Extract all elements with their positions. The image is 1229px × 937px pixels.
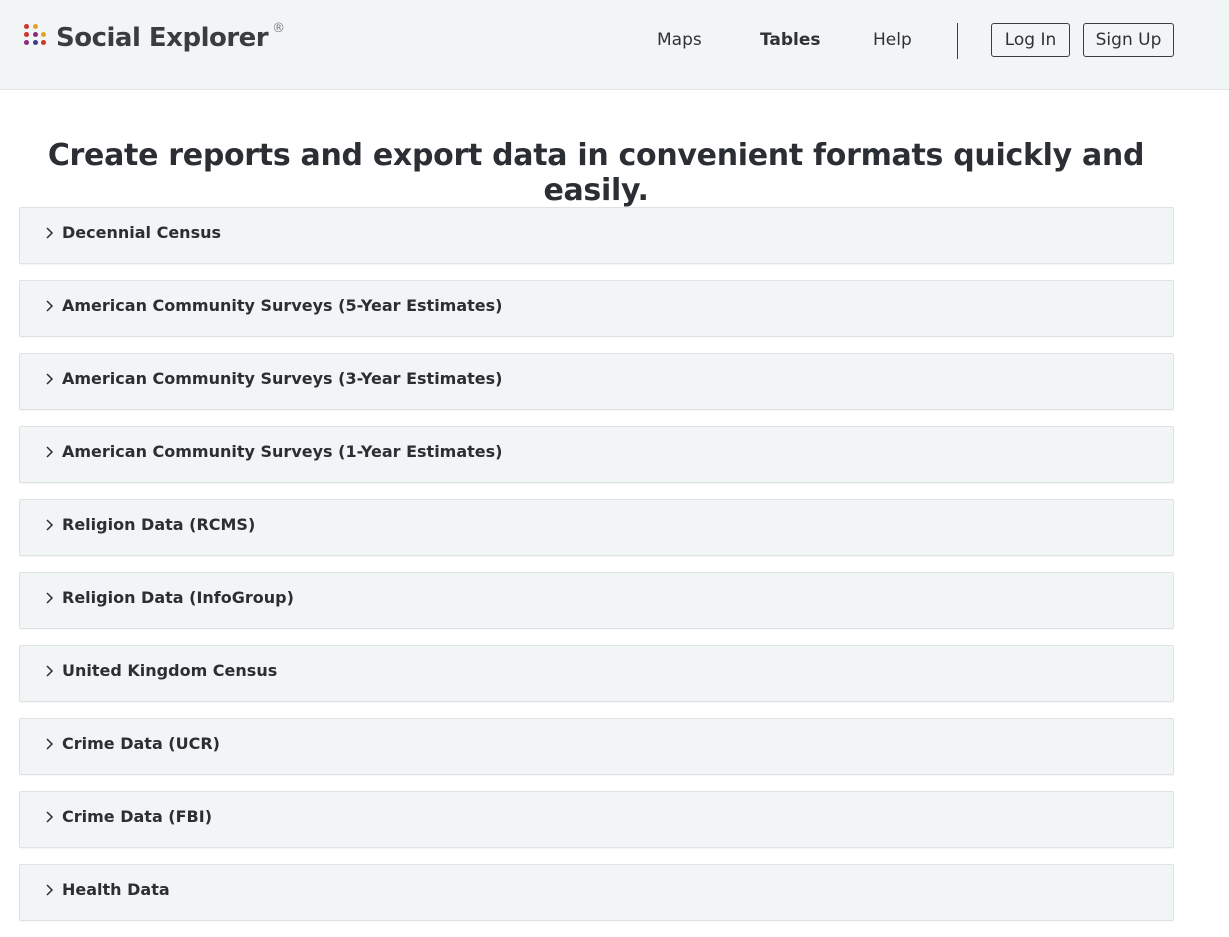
logo[interactable]: Social Explorer ® — [24, 22, 285, 54]
dataset-accordion: Decennial Census American Community Surv… — [19, 207, 1174, 937]
top-header: Social Explorer ® Maps Tables Help Log I… — [0, 0, 1229, 90]
accordion-label: Crime Data (UCR) — [62, 734, 220, 753]
accordion-item-health-data[interactable]: Health Data — [19, 864, 1174, 921]
accordion-item-crime-ucr[interactable]: Crime Data (UCR) — [19, 718, 1174, 775]
logo-dots-icon — [24, 24, 50, 50]
accordion-label: American Community Surveys (3-Year Estim… — [62, 369, 503, 388]
chevron-right-icon — [46, 592, 54, 604]
nav-maps[interactable]: Maps — [657, 30, 702, 50]
accordion-label: Decennial Census — [62, 223, 222, 242]
accordion-item-acs-1-year[interactable]: American Community Surveys (1-Year Estim… — [19, 426, 1174, 483]
chevron-right-icon — [46, 227, 54, 239]
nav-divider — [957, 23, 958, 59]
accordion-item-acs-5-year[interactable]: American Community Surveys (5-Year Estim… — [19, 280, 1174, 337]
chevron-right-icon — [46, 738, 54, 750]
chevron-right-icon — [46, 811, 54, 823]
accordion-item-crime-fbi[interactable]: Crime Data (FBI) — [19, 791, 1174, 848]
chevron-right-icon — [46, 884, 54, 896]
accordion-label: American Community Surveys (5-Year Estim… — [62, 296, 503, 315]
chevron-right-icon — [46, 300, 54, 312]
accordion-label: American Community Surveys (1-Year Estim… — [62, 442, 503, 461]
accordion-item-decennial-census[interactable]: Decennial Census — [19, 207, 1174, 264]
accordion-item-religion-rcms[interactable]: Religion Data (RCMS) — [19, 499, 1174, 556]
page-headline: Create reports and export data in conven… — [47, 138, 1145, 208]
accordion-item-acs-3-year[interactable]: American Community Surveys (3-Year Estim… — [19, 353, 1174, 410]
chevron-right-icon — [46, 446, 54, 458]
chevron-right-icon — [46, 665, 54, 677]
nav-help[interactable]: Help — [873, 30, 912, 50]
accordion-item-uk-census[interactable]: United Kingdom Census — [19, 645, 1174, 702]
accordion-label: Religion Data (InfoGroup) — [62, 588, 294, 607]
chevron-right-icon — [46, 519, 54, 531]
login-button[interactable]: Log In — [991, 23, 1070, 57]
accordion-item-religion-infogroup[interactable]: Religion Data (InfoGroup) — [19, 572, 1174, 629]
accordion-label: Religion Data (RCMS) — [62, 515, 256, 534]
accordion-label: Crime Data (FBI) — [62, 807, 213, 826]
nav-tables[interactable]: Tables — [760, 30, 821, 50]
accordion-label: Health Data — [62, 880, 170, 899]
chevron-right-icon — [46, 373, 54, 385]
signup-button[interactable]: Sign Up — [1083, 23, 1174, 57]
registered-mark: ® — [272, 21, 286, 36]
brand-name: Social Explorer — [56, 23, 269, 53]
accordion-label: United Kingdom Census — [62, 661, 278, 680]
